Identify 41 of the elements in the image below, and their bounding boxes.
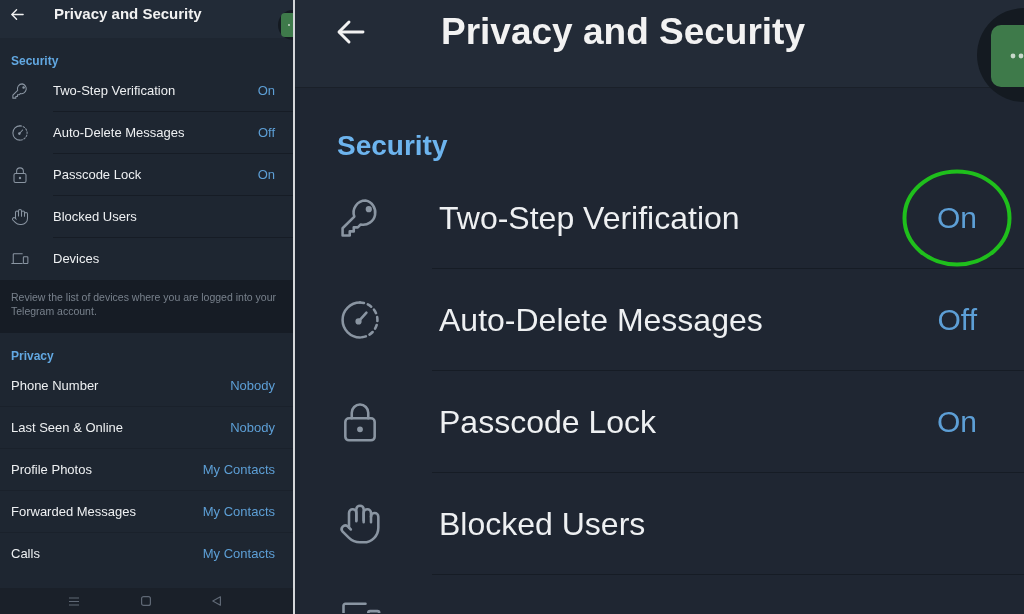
key-icon	[11, 82, 29, 100]
hand-icon	[338, 502, 382, 546]
setting-value: My Contacts	[202, 502, 275, 521]
setting-label[interactable]: Forwarded Messages	[11, 501, 136, 522]
setting-value: Off	[937, 302, 977, 338]
setting-label[interactable]: Two-Step Verification	[53, 80, 176, 101]
setting-value: Off	[257, 123, 275, 142]
back-triangle-icon[interactable]	[212, 596, 221, 606]
setting-label[interactable]: Phone Number	[11, 375, 99, 396]
setting-label[interactable]: Passcode Lock	[439, 397, 656, 446]
setting-label[interactable]: Two-Step Verification	[439, 193, 740, 242]
timer-icon	[338, 298, 382, 342]
timer-icon	[11, 124, 29, 142]
setting-label[interactable]: Auto-Delete Messages	[53, 122, 185, 143]
hand-icon	[11, 208, 29, 226]
home-icon[interactable]	[141, 596, 151, 606]
back-icon[interactable]	[10, 7, 25, 22]
screen-title: Privacy and Security	[54, 4, 202, 24]
setting-label[interactable]: Last Seen & Online	[11, 417, 124, 438]
setting-value: On	[936, 200, 977, 236]
setting-value: My Contacts	[202, 460, 275, 479]
setting-label[interactable]: Calls	[11, 544, 40, 564]
setting-value: My Contacts	[202, 545, 275, 564]
setting-value: On	[257, 165, 275, 184]
setting-value: Nobody	[230, 376, 275, 395]
menu-icon[interactable]	[69, 596, 79, 606]
screen-title: Privacy and Security	[441, 10, 806, 54]
section-title: Security	[11, 54, 60, 68]
lock-icon	[11, 166, 29, 184]
devices-note: Review the list of devices where you are logged into your Telegram account.	[11, 290, 277, 318]
setting-value: On	[257, 81, 275, 100]
section-title: Security	[337, 130, 449, 162]
section-title: Privacy	[11, 349, 55, 363]
setting-label[interactable]: Passcode Lock	[53, 164, 142, 185]
setting-label[interactable]: Blocked Users	[53, 206, 137, 227]
setting-label[interactable]: Auto-Delete Messages	[439, 295, 763, 344]
setting-label[interactable]: Blocked Users	[439, 499, 646, 548]
setting-value: Nobody	[230, 418, 275, 437]
setting-label[interactable]: Profile Photos	[11, 459, 92, 480]
setting-label[interactable]: Devices	[53, 249, 100, 269]
setting-value: On	[936, 404, 977, 440]
